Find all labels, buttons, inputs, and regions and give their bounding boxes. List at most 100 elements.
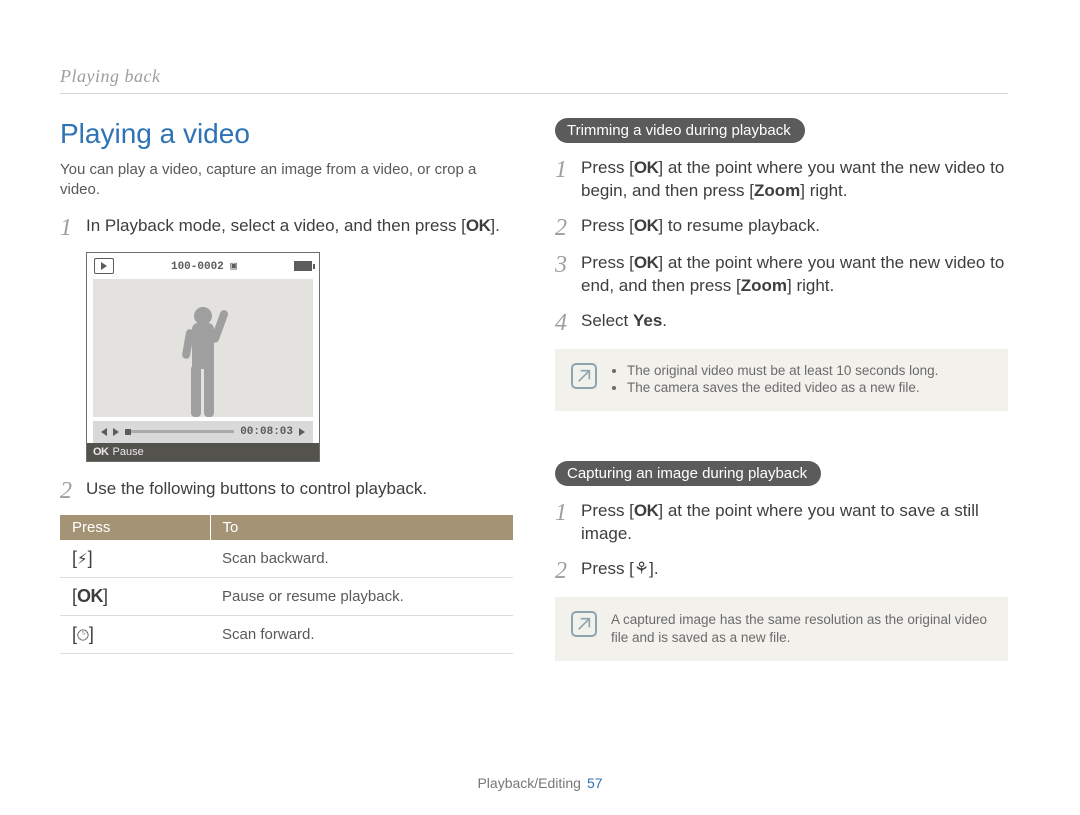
- preview-footer: OK Pause: [87, 443, 319, 461]
- ok-icon: OK: [634, 216, 659, 235]
- table-row: [] Scan forward.: [60, 615, 513, 653]
- note-icon: [571, 611, 597, 637]
- left-steps: 1 In Playback mode, select a video, and …: [60, 215, 513, 240]
- play-icon: [113, 428, 119, 436]
- step-number: 1: [60, 215, 86, 240]
- video-preview: 100-0002 ▣ 00:08:03 OK Pau: [86, 252, 513, 462]
- capture-step-1: 1 Press [OK] at the point where you want…: [555, 500, 1008, 546]
- play-mode-icon: [94, 258, 114, 274]
- capture-step-2: 2 Press [].: [555, 558, 1008, 583]
- ok-icon: OK: [634, 158, 659, 177]
- zoom-label: Zoom: [754, 181, 800, 200]
- t: Press [: [581, 253, 634, 272]
- step-text-end: ].: [490, 216, 499, 235]
- preview-filename: 100-0002 ▣: [171, 259, 237, 273]
- zoom-label: Zoom: [741, 276, 787, 295]
- note-icon: [571, 363, 597, 389]
- note-item: The camera saves the edited video as a n…: [627, 380, 938, 395]
- table-row: [] Scan backward.: [60, 540, 513, 578]
- key-cell: []: [60, 540, 210, 578]
- t: Press [: [581, 158, 634, 177]
- step-text: In Playback mode, select a video, and th…: [86, 216, 466, 235]
- left-column: Playing a video You can play a video, ca…: [60, 118, 513, 661]
- macro-icon: [634, 559, 649, 578]
- trim-step-3: 3 Press [OK] at the point where you want…: [555, 252, 1008, 298]
- table-header-press: Press: [60, 515, 210, 540]
- step-body: Select Yes.: [581, 310, 1008, 333]
- left-steps-2: 2 Use the following buttons to control p…: [60, 478, 513, 503]
- t: Press [: [581, 501, 634, 520]
- trim-step-2: 2 Press [OK] to resume playback.: [555, 215, 1008, 240]
- right-column: Trimming a video during playback 1 Press…: [555, 118, 1008, 661]
- step-1: 1 In Playback mode, select a video, and …: [60, 215, 513, 240]
- timer-icon: [77, 625, 89, 644]
- table-header-to: To: [210, 515, 513, 540]
- note-item: The original video must be at least 10 s…: [627, 363, 938, 378]
- trim-steps: 1 Press [OK] at the point where you want…: [555, 157, 1008, 335]
- step-body: Press [OK] at the point where you want t…: [581, 252, 1008, 298]
- note-trim: The original video must be at least 10 s…: [555, 349, 1008, 411]
- step-number: 2: [60, 478, 86, 503]
- step-number: 2: [555, 215, 581, 240]
- t: ] to resume playback.: [658, 216, 820, 235]
- preview-controls: 00:08:03: [93, 421, 313, 443]
- note-capture: A captured image has the same resolution…: [555, 597, 1008, 661]
- step-body: Press [OK] at the point where you want t…: [581, 157, 1008, 203]
- ok-icon: OK: [634, 501, 659, 520]
- subheading-trimming: Trimming a video during playback: [555, 118, 805, 143]
- preview-video-area: [93, 279, 313, 417]
- header-rule: [60, 93, 1008, 94]
- t: Press [: [581, 559, 634, 578]
- footer-section: Playback/Editing: [477, 775, 581, 791]
- step-body: In Playback mode, select a video, and th…: [86, 215, 513, 238]
- intro-text: You can play a video, capture an image f…: [60, 160, 513, 201]
- silhouette-figure: [182, 307, 224, 417]
- t: Press [: [581, 216, 634, 235]
- t: .: [662, 311, 667, 330]
- table-row: [OK] Pause or resume playback.: [60, 577, 513, 615]
- preview-frame: 100-0002 ▣ 00:08:03 OK Pau: [86, 252, 320, 462]
- key-cell: [OK]: [60, 577, 210, 615]
- ok-icon: OK: [93, 446, 109, 458]
- flash-icon: [77, 549, 88, 568]
- ok-icon: OK: [77, 586, 103, 606]
- step-number: 2: [555, 558, 581, 583]
- progress-bar: [125, 430, 234, 433]
- page-columns: Playing a video You can play a video, ca…: [60, 118, 1008, 661]
- page-title: Playing a video: [60, 118, 513, 150]
- note-text: A captured image has the same resolution…: [611, 611, 992, 647]
- step-body: Press [OK] at the point where you want t…: [581, 500, 1008, 546]
- breadcrumb: Playing back: [60, 66, 1008, 93]
- preview-footer-label: Pause: [113, 446, 144, 458]
- rewind-icon: [101, 428, 107, 436]
- preview-topbar: 100-0002 ▣: [87, 253, 319, 279]
- ok-icon: OK: [466, 216, 491, 235]
- step-number: 3: [555, 252, 581, 277]
- step-number: 1: [555, 500, 581, 525]
- page-footer: Playback/Editing 57: [0, 775, 1080, 791]
- subheading-capture: Capturing an image during playback: [555, 461, 821, 486]
- trim-step-1: 1 Press [OK] at the point where you want…: [555, 157, 1008, 203]
- step-number: 1: [555, 157, 581, 182]
- key-cell: []: [60, 615, 210, 653]
- desc-cell: Scan backward.: [210, 540, 513, 578]
- desc-cell: Scan forward.: [210, 615, 513, 653]
- preview-time: 00:08:03: [240, 426, 293, 438]
- capture-steps: 1 Press [OK] at the point where you want…: [555, 500, 1008, 583]
- step-body: Press [OK] to resume playback.: [581, 215, 1008, 238]
- ok-icon: OK: [634, 253, 659, 272]
- note-list: The original video must be at least 10 s…: [611, 363, 938, 397]
- step-body: Use the following buttons to control pla…: [86, 478, 513, 501]
- desc-cell: Pause or resume playback.: [210, 577, 513, 615]
- trim-step-4: 4 Select Yes.: [555, 310, 1008, 335]
- t: ] right.: [787, 276, 834, 295]
- step-number: 4: [555, 310, 581, 335]
- step-body: Press [].: [581, 558, 1008, 581]
- yes-label: Yes: [633, 311, 662, 330]
- battery-icon: [294, 261, 312, 271]
- page-number: 57: [587, 775, 603, 791]
- t: ] right.: [800, 181, 847, 200]
- t: Select: [581, 311, 633, 330]
- step-2: 2 Use the following buttons to control p…: [60, 478, 513, 503]
- forward-icon: [299, 428, 305, 436]
